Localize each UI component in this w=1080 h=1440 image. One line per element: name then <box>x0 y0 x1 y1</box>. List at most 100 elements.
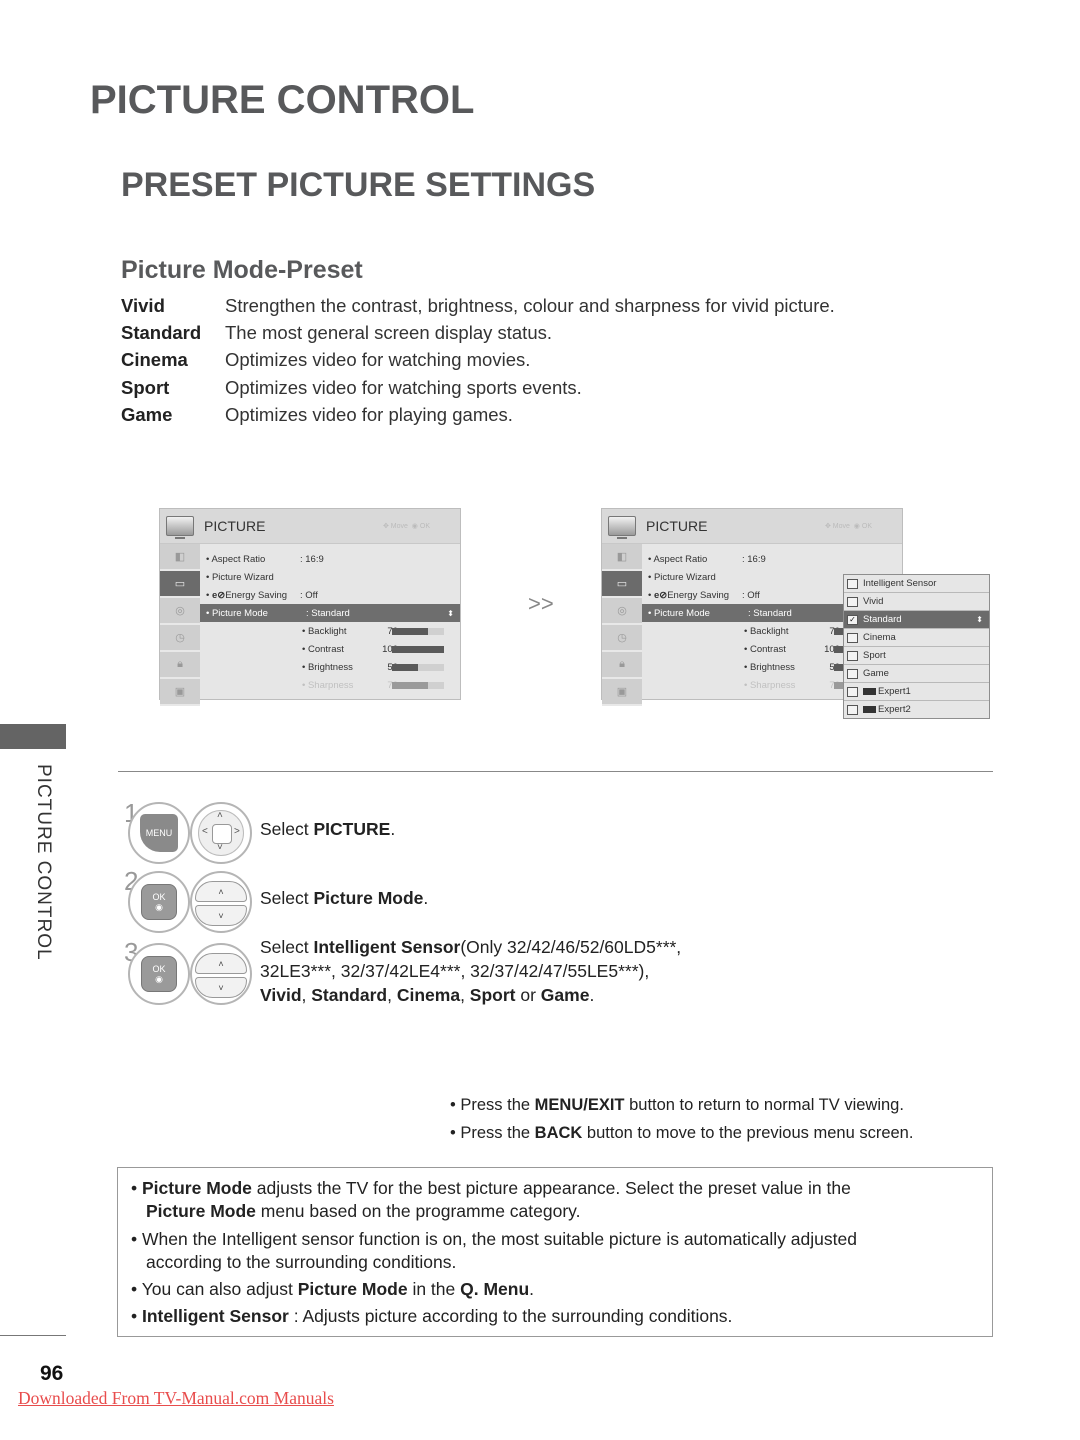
checkbox[interactable] <box>847 596 858 607</box>
osd-header: PICTURE ✥ Move ◉ OK <box>602 509 902 544</box>
hint-ok: OK <box>861 523 872 530</box>
isf-icon <box>863 688 876 695</box>
popup-label: Expert2 <box>878 704 911 715</box>
item-label: Picture Wizard <box>653 571 716 583</box>
next-arrow-icon: >> <box>528 591 554 616</box>
popup-item-expert1[interactable]: Expert1 <box>844 683 989 701</box>
up-button[interactable]: ˄ <box>195 881 247 902</box>
eco-icon: e⊘ <box>653 589 668 601</box>
sub-label: Brightness <box>749 661 795 673</box>
time-icon[interactable]: ◷ <box>602 625 642 652</box>
time-icon[interactable]: ◷ <box>160 625 200 652</box>
checkbox[interactable]: ✓ <box>847 614 858 625</box>
mode-row-game: Game Optimizes video for playing games. <box>121 401 835 428</box>
setup-icon[interactable]: ◧ <box>160 544 200 571</box>
mode-name: Sport <box>121 376 170 398</box>
popup-item-standard[interactable]: ✓ Standard ⬍ <box>844 611 989 629</box>
info-box: • Picture Mode adjusts the TV for the be… <box>117 1167 993 1337</box>
ok-button-circle: OK ◉ <box>128 871 190 933</box>
osd-sub-contrast[interactable]: • Contrast 100 <box>200 640 460 658</box>
menu-button-circle: MENU <box>128 802 190 864</box>
info-line: Picture Mode menu based on the programme… <box>146 1201 581 1221</box>
popup-label: Vivid <box>863 596 884 607</box>
down-arrow-icon[interactable]: ˅ <box>217 842 223 853</box>
picture-icon[interactable]: ▭ <box>602 571 642 598</box>
osd-title: PICTURE <box>204 518 266 534</box>
dpad-circle: ˄ ˅ < > <box>190 802 252 864</box>
popup-item-expert2[interactable]: Expert2 <box>844 701 989 718</box>
popup-item-sport[interactable]: Sport <box>844 647 989 665</box>
chapter-label: PICTURE CONTROL <box>33 764 54 961</box>
up-button[interactable]: ˄ <box>195 953 247 974</box>
ok-button[interactable]: OK ◉ <box>141 884 177 920</box>
item-label: Picture Wizard <box>211 571 274 583</box>
checkbox[interactable] <box>847 650 858 661</box>
checkbox[interactable] <box>847 668 858 679</box>
ok-button[interactable]: OK ◉ <box>141 956 177 992</box>
osd-title: PICTURE <box>646 518 708 534</box>
info-line: • When the Intelligent sensor function i… <box>131 1229 857 1249</box>
popup-item-cinema[interactable]: Cinema <box>844 629 989 647</box>
osd-item-aspect-ratio[interactable]: • Aspect Ratio: 16:9 <box>642 550 902 568</box>
mode-desc: Optimizes video for watching sports even… <box>225 376 582 398</box>
info-line: according to the surrounding conditions. <box>146 1252 457 1272</box>
osd-sub-backlight[interactable]: • Backlight70 <box>200 622 460 640</box>
checkbox[interactable] <box>847 632 858 643</box>
dpad[interactable]: ˄ ˅ < > <box>198 810 244 856</box>
audio-icon[interactable]: ◎ <box>160 598 200 625</box>
audio-icon[interactable]: ◎ <box>602 598 642 625</box>
down-button[interactable]: ˅ <box>195 977 247 998</box>
footer-divider <box>0 1335 66 1336</box>
osd-sub-brightness[interactable]: • Brightness50 <box>200 658 460 676</box>
checkbox[interactable] <box>847 686 858 697</box>
step-3-text: Select Intelligent Sensor(Only 32/42/46/… <box>260 937 682 1005</box>
option-icon[interactable]: ▣ <box>602 679 642 706</box>
level-fill <box>392 682 429 689</box>
popup-item-vivid[interactable]: Vivid <box>844 593 989 611</box>
popup-label: Standard <box>863 614 902 625</box>
page-number: 96 <box>40 1362 64 1385</box>
checkbox[interactable] <box>847 578 858 589</box>
menu-button[interactable]: MENU <box>140 814 178 852</box>
hint-move: Move <box>832 523 850 530</box>
step-3-options: Vivid, Standard, Cinema, Sport or Game. <box>260 985 595 1005</box>
popup-item-game[interactable]: Game <box>844 665 989 683</box>
item-value: : Off <box>742 589 760 601</box>
mode-name: Game <box>121 403 173 425</box>
info-line: • Intelligent Sensor : Adjusts picture a… <box>131 1306 733 1326</box>
picture-icon[interactable]: ▭ <box>160 571 200 598</box>
osd-item-aspect-ratio[interactable]: • Aspect Ratio: 16:9 <box>200 550 460 568</box>
level-bar <box>392 664 444 671</box>
osd-item-picture-wizard[interactable]: • Picture Wizard <box>200 568 460 586</box>
sub-label: Brightness <box>307 661 353 673</box>
up-arrow-icon[interactable]: ˄ <box>217 810 223 821</box>
level-fill <box>392 628 429 635</box>
ok-button-circle: OK ◉ <box>128 943 190 1005</box>
level-bar <box>392 646 444 653</box>
section-title: PRESET PICTURE SETTINGS <box>121 166 596 204</box>
level-fill <box>392 646 444 653</box>
osd-header: PICTURE ✥ Move ◉ OK <box>160 509 460 544</box>
item-label: Energy Saving <box>667 589 730 601</box>
popup-item-intelligent-sensor[interactable]: Intelligent Sensor <box>844 575 989 593</box>
right-arrow-icon[interactable]: > <box>234 826 240 837</box>
osd-item-picture-mode[interactable]: • Picture Mode: Standard ⬍ <box>200 604 460 622</box>
updown-circle: ˄ ˅ <box>190 943 252 1005</box>
sub-label: Contrast <box>749 643 786 655</box>
osd-sub-sharpness[interactable]: • Sharpness70 <box>200 676 460 694</box>
dpad-center[interactable] <box>212 824 232 844</box>
checkbox[interactable] <box>847 704 858 715</box>
lock-icon[interactable]: 🔒︎ <box>160 652 200 679</box>
level-bar <box>392 628 444 635</box>
osd-item-energy-saving[interactable]: • e⊘Energy Saving: Off <box>200 586 460 604</box>
subsection-title: Picture Mode-Preset <box>121 256 363 284</box>
osd-picture-menu: PICTURE ✥ Move ◉ OK ◧ ▭ ◎ ◷ 🔒︎ ▣ • Aspec… <box>159 508 461 706</box>
lock-icon[interactable]: 🔒︎ <box>602 652 642 679</box>
download-source-link[interactable]: Downloaded From TV-Manual.com Manuals <box>18 1388 334 1409</box>
down-button[interactable]: ˅ <box>195 905 247 926</box>
item-label: Picture Mode <box>211 607 268 619</box>
mode-desc: The most general screen display status. <box>225 321 552 343</box>
left-arrow-icon[interactable]: < <box>202 826 208 837</box>
option-icon[interactable]: ▣ <box>160 679 200 706</box>
setup-icon[interactable]: ◧ <box>602 544 642 571</box>
